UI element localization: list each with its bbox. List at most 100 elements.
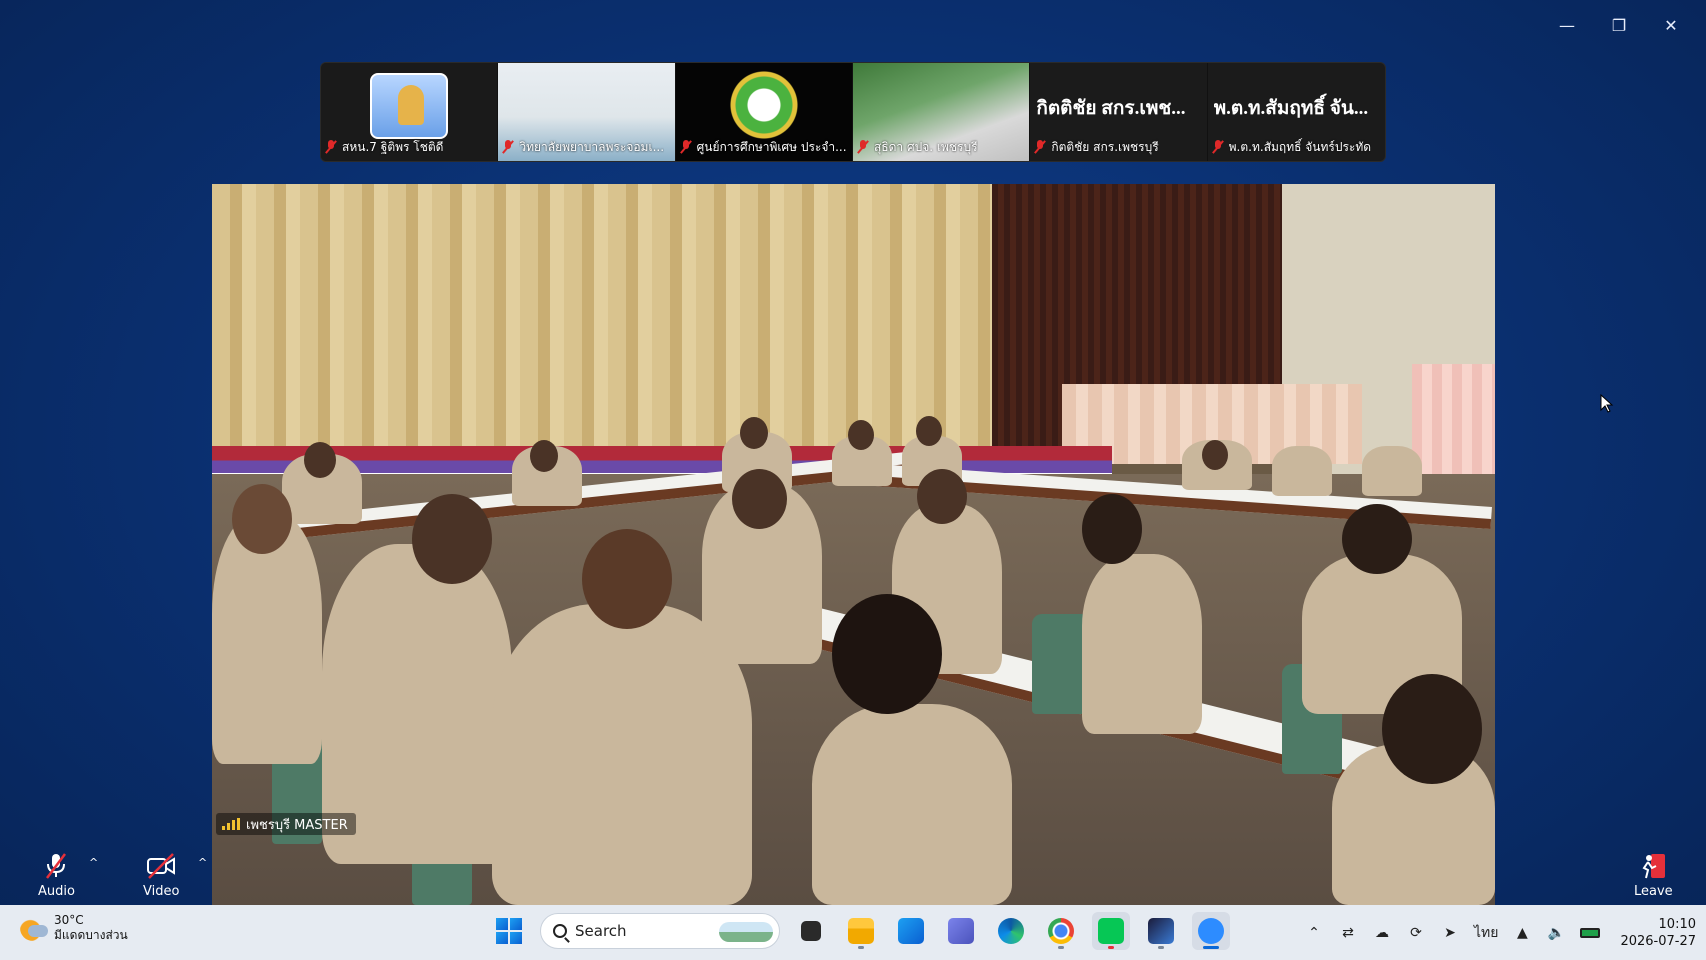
teams-icon — [948, 918, 974, 944]
input-language[interactable]: ไทย — [1474, 923, 1498, 943]
edge-button[interactable] — [992, 912, 1030, 950]
running-indicator — [858, 946, 864, 949]
speaker-name-tag: เพชรบุรี MASTER — [216, 813, 356, 835]
taskbar: 30°C มีแดดบางส่วน Search ⌃ ⇄ ☁ ⟳ ➤ ไทย ▲… — [0, 905, 1706, 960]
zoom-button[interactable] — [1192, 912, 1230, 950]
search-placeholder: Search — [575, 922, 627, 940]
zoom-icon — [1198, 918, 1224, 944]
search-icon — [553, 924, 567, 938]
video-label: Video — [143, 884, 180, 899]
video-button[interactable]: Video — [143, 852, 179, 899]
folder-icon — [848, 918, 874, 944]
line-button[interactable] — [1092, 912, 1130, 950]
video-person-head — [530, 440, 558, 472]
video-person-head — [1202, 440, 1228, 470]
video-person-head — [582, 529, 672, 629]
taskbar-search[interactable]: Search — [540, 913, 780, 949]
mic-muted-icon — [857, 140, 869, 154]
leave-label: Leave — [1634, 884, 1673, 899]
video-options-caret-icon[interactable]: ^ — [198, 856, 207, 869]
mic-muted-icon — [325, 140, 337, 154]
outlook-icon — [898, 918, 924, 944]
audio-label: Audio — [38, 884, 75, 899]
participant-tile[interactable]: ศูนย์การศึกษาพิเศษ ประจำ... — [675, 63, 853, 161]
main-video[interactable]: เพชรบุรี MASTER — [212, 184, 1495, 905]
settings-sliders-icon[interactable]: ⇄ — [1338, 923, 1358, 943]
running-indicator — [1108, 946, 1114, 949]
restore-icon[interactable]: ❐ — [1596, 10, 1642, 40]
line-icon — [1098, 918, 1124, 944]
participant-name: พ.ต.ท.สัมฤทธิ์ จันทร์ประทัด — [1228, 139, 1372, 154]
system-tray: ⌃ ⇄ ☁ ⟳ ➤ ไทย ▲ 🔈 10:10 2026-07-27 — [1304, 905, 1696, 960]
video-camera-off-icon — [147, 853, 176, 879]
video-person-head — [1382, 674, 1482, 784]
mic-muted-icon — [680, 140, 692, 154]
video-person-head — [1082, 494, 1142, 564]
participant-name: วิทยาลัยพยาบาลพระจอมเ... — [519, 139, 665, 154]
participant-name: สุธิดา ศปจ. เพชรบุรี — [873, 139, 978, 154]
teams-button[interactable] — [942, 912, 980, 950]
video-person — [1082, 554, 1202, 734]
microphone-muted-icon — [46, 853, 67, 879]
windows-logo-icon — [496, 918, 522, 944]
clock-date: 2026-07-27 — [1620, 933, 1696, 949]
participant-display-name: พ.ต.ท.สัมฤทธิ์ จัน... — [1213, 98, 1369, 119]
leave-meeting-icon — [1642, 854, 1666, 879]
clock-time: 10:10 — [1658, 916, 1696, 932]
video-person — [1362, 446, 1422, 496]
participant-tile[interactable]: สหน.7 ฐิติพร โชติดี — [321, 63, 499, 161]
audio-button[interactable]: Audio — [38, 852, 75, 899]
wifi-icon[interactable]: ▲ — [1512, 923, 1532, 943]
video-person — [1272, 446, 1332, 496]
close-icon[interactable]: ✕ — [1648, 10, 1694, 40]
file-explorer-button[interactable] — [842, 912, 880, 950]
minimize-icon[interactable]: — — [1544, 10, 1590, 40]
video-person-head — [917, 469, 967, 524]
sync-icon[interactable]: ⟳ — [1406, 923, 1426, 943]
volume-icon[interactable]: 🔈 — [1546, 923, 1566, 943]
battery-icon[interactable] — [1580, 923, 1601, 943]
leave-button[interactable]: Leave — [1634, 852, 1673, 899]
audio-options-caret-icon[interactable]: ^ — [89, 856, 98, 869]
mic-muted-icon — [502, 140, 514, 154]
participant-tile[interactable]: สุธิดา ศปจ. เพชรบุรี — [852, 63, 1031, 161]
weather-widget[interactable]: 30°C มีแดดบางส่วน — [20, 913, 128, 943]
mic-muted-icon — [1212, 140, 1224, 154]
webex-icon — [1148, 918, 1174, 944]
onedrive-cloud-icon[interactable]: ☁ — [1372, 923, 1392, 943]
mouse-cursor-icon — [1600, 394, 1614, 413]
network-status-icon[interactable]: ➤ — [1440, 923, 1460, 943]
video-person-head — [304, 442, 336, 478]
participant-strip: สหน.7 ฐิติพร โชติดี วิทยาลัยพยาบาลพระจอม… — [320, 62, 1386, 162]
chrome-icon — [1048, 918, 1074, 944]
organization-logo — [728, 69, 799, 141]
webex-button[interactable] — [1142, 912, 1180, 950]
video-person-head — [412, 494, 492, 584]
clock[interactable]: 10:10 2026-07-27 — [1620, 916, 1696, 950]
video-curtain — [1412, 364, 1495, 484]
edge-icon — [998, 918, 1024, 944]
participant-display-name: กิตติชัย สกร.เพช... — [1036, 98, 1186, 119]
partly-sunny-icon — [20, 915, 48, 941]
speaker-name: เพชรบุรี MASTER — [246, 817, 348, 833]
start-button[interactable] — [490, 912, 528, 950]
taskbar-apps: Search — [490, 912, 1230, 950]
window-controls: — ❐ ✕ — [1544, 10, 1694, 40]
signal-strength-icon — [222, 818, 240, 830]
running-indicator — [1158, 946, 1164, 949]
video-person-head — [732, 469, 787, 529]
outlook-button[interactable] — [892, 912, 930, 950]
participant-tile[interactable]: พ.ต.ท.สัมฤทธิ์ จัน... พ.ต.ท.สัมฤทธิ์ จัน… — [1208, 63, 1385, 161]
show-hidden-icons-chevron-icon[interactable]: ⌃ — [1304, 923, 1324, 943]
weather-temperature: 30°C — [54, 913, 84, 927]
task-view-icon — [801, 921, 821, 941]
mic-muted-icon — [1034, 140, 1046, 154]
participant-tile[interactable]: วิทยาลัยพยาบาลพระจอมเ... — [498, 63, 676, 161]
running-indicator — [1203, 946, 1219, 949]
participant-tile[interactable]: กิตติชัย สกร.เพช... กิตติชัย สกร.เพชรบุร… — [1030, 63, 1208, 161]
video-person-head — [1342, 504, 1412, 574]
participant-name: ศูนย์การศึกษาพิเศษ ประจำ... — [696, 139, 847, 154]
chrome-button[interactable] — [1042, 912, 1080, 950]
task-view-button[interactable] — [792, 912, 830, 950]
video-person-head — [848, 420, 874, 450]
